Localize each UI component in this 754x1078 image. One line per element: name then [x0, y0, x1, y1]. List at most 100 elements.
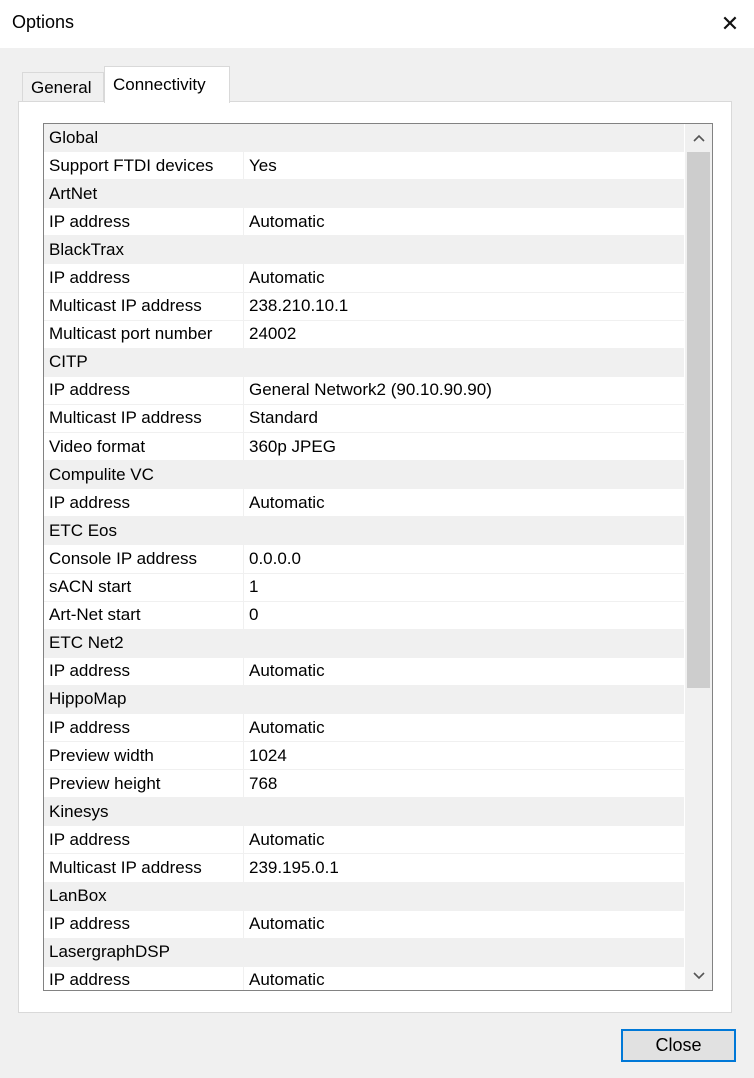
category-row[interactable]: ETC Net2: [44, 629, 684, 658]
column-divider: [243, 657, 244, 685]
property-name: Multicast IP address: [49, 857, 202, 877]
category-label: Global: [49, 127, 99, 147]
property-name: IP address: [49, 970, 130, 990]
property-value[interactable]: Standard: [249, 408, 318, 428]
property-value[interactable]: General Network2 (90.10.90.90): [249, 380, 492, 400]
column-divider: [243, 826, 244, 854]
vertical-scrollbar[interactable]: [685, 124, 712, 990]
property-value[interactable]: Automatic: [249, 914, 325, 934]
property-name: IP address: [49, 268, 130, 288]
property-value[interactable]: Automatic: [249, 493, 325, 513]
property-row[interactable]: IP address Automatic: [44, 657, 684, 686]
property-row[interactable]: Video format 360p JPEG: [44, 433, 684, 462]
property-row[interactable]: Support FTDI devices Yes: [44, 152, 684, 181]
property-value[interactable]: 238.210.10.1: [249, 296, 348, 316]
category-row[interactable]: ETC Eos: [44, 517, 684, 546]
property-row[interactable]: IP address Automatic: [44, 966, 684, 990]
property-value[interactable]: 1: [249, 577, 258, 597]
category-label: LasergraphDSP: [49, 942, 170, 962]
property-row[interactable]: IP address Automatic: [44, 910, 684, 939]
property-value[interactable]: 0.0.0.0: [249, 549, 301, 569]
property-row[interactable]: Console IP address 0.0.0.0: [44, 545, 684, 574]
tab-general[interactable]: General: [22, 72, 104, 102]
property-row[interactable]: Multicast IP address 239.195.0.1: [44, 854, 684, 883]
category-label: Kinesys: [49, 801, 109, 821]
property-name: Multicast IP address: [49, 408, 202, 428]
column-divider: [243, 910, 244, 938]
property-value[interactable]: Automatic: [249, 830, 325, 850]
property-name: Preview width: [49, 745, 154, 765]
property-name: IP address: [49, 661, 130, 681]
category-label: ETC Eos: [49, 520, 118, 540]
category-label: CITP: [49, 352, 88, 372]
property-name: sACN start: [49, 577, 132, 597]
property-name: Console IP address: [49, 548, 198, 568]
property-row[interactable]: Preview width 1024: [44, 742, 684, 771]
close-button-label: Close: [655, 1035, 702, 1055]
property-value[interactable]: 1024: [249, 746, 287, 766]
property-rows: Global Support FTDI devices Yes ArtNet IP ad…: [44, 124, 684, 990]
close-icon[interactable]: ✕: [706, 0, 754, 48]
property-row[interactable]: IP address Automatic: [44, 713, 684, 743]
property-value[interactable]: 0: [249, 605, 258, 625]
category-row[interactable]: Kinesys: [44, 798, 684, 827]
property-value[interactable]: 768: [249, 774, 277, 794]
category-row[interactable]: CITP: [44, 348, 684, 377]
category-label: BlackTrax: [49, 239, 124, 259]
column-divider: [243, 742, 244, 770]
property-name: Preview height: [49, 773, 161, 793]
property-value[interactable]: 360p JPEG: [249, 437, 336, 457]
property-name: IP address: [49, 492, 130, 512]
scroll-thumb[interactable]: [687, 152, 710, 688]
property-row[interactable]: IP address Automatic: [44, 826, 684, 855]
property-row[interactable]: IP address General Network2 (90.10.90.90): [44, 376, 684, 405]
property-grid: Global Support FTDI devices Yes ArtNet IP ad…: [43, 123, 713, 991]
property-value[interactable]: Yes: [249, 156, 277, 176]
property-value[interactable]: Automatic: [249, 718, 325, 738]
connectivity-panel: Global Support FTDI devices Yes ArtNet IP ad…: [18, 101, 732, 1013]
property-value[interactable]: Automatic: [249, 212, 325, 232]
category-row[interactable]: LasergraphDSP: [44, 938, 684, 967]
property-row[interactable]: Multicast IP address 238.210.10.1: [44, 292, 684, 321]
chevron-down-icon[interactable]: [685, 962, 712, 990]
property-row[interactable]: Preview height 768: [44, 770, 684, 799]
category-label: HippoMap: [49, 689, 127, 709]
property-row[interactable]: Multicast IP address Standard: [44, 404, 684, 434]
column-divider: [243, 433, 244, 461]
property-value[interactable]: Automatic: [249, 268, 325, 288]
column-divider: [243, 292, 244, 320]
property-value[interactable]: Automatic: [249, 970, 325, 990]
category-row[interactable]: HippoMap: [44, 685, 684, 714]
category-row[interactable]: ArtNet: [44, 180, 684, 209]
property-row[interactable]: Multicast port number 24002: [44, 320, 684, 349]
category-label: LanBox: [49, 886, 107, 906]
chevron-up-icon[interactable]: [685, 124, 712, 152]
property-value[interactable]: 239.195.0.1: [249, 858, 339, 878]
property-value[interactable]: Automatic: [249, 661, 325, 681]
property-name: IP address: [49, 717, 130, 737]
column-divider: [243, 489, 244, 517]
property-name: Multicast IP address: [49, 296, 202, 316]
category-row[interactable]: BlackTrax: [44, 236, 684, 265]
column-divider: [243, 376, 244, 404]
close-button[interactable]: Close: [621, 1029, 736, 1062]
category-row[interactable]: LanBox: [44, 882, 684, 911]
column-divider: [243, 966, 244, 990]
column-divider: [243, 320, 244, 348]
property-name: IP address: [49, 380, 130, 400]
tab-connectivity[interactable]: Connectivity: [104, 66, 230, 103]
property-row[interactable]: IP address Automatic: [44, 208, 684, 237]
column-divider: [243, 573, 244, 601]
property-value[interactable]: 24002: [249, 324, 296, 344]
property-row[interactable]: Art-Net start 0: [44, 601, 684, 630]
property-row[interactable]: IP address Automatic: [44, 264, 684, 293]
property-name: IP address: [49, 914, 130, 934]
property-row[interactable]: IP address Automatic: [44, 489, 684, 518]
property-name: Multicast port number: [49, 324, 213, 344]
category-row[interactable]: Global: [44, 124, 684, 153]
category-row[interactable]: Compulite VC: [44, 461, 684, 490]
property-name: Support FTDI devices: [49, 155, 214, 175]
property-row[interactable]: sACN start 1: [44, 573, 684, 602]
property-name: Art-Net start: [49, 605, 141, 625]
tab-general-label: General: [31, 77, 92, 97]
